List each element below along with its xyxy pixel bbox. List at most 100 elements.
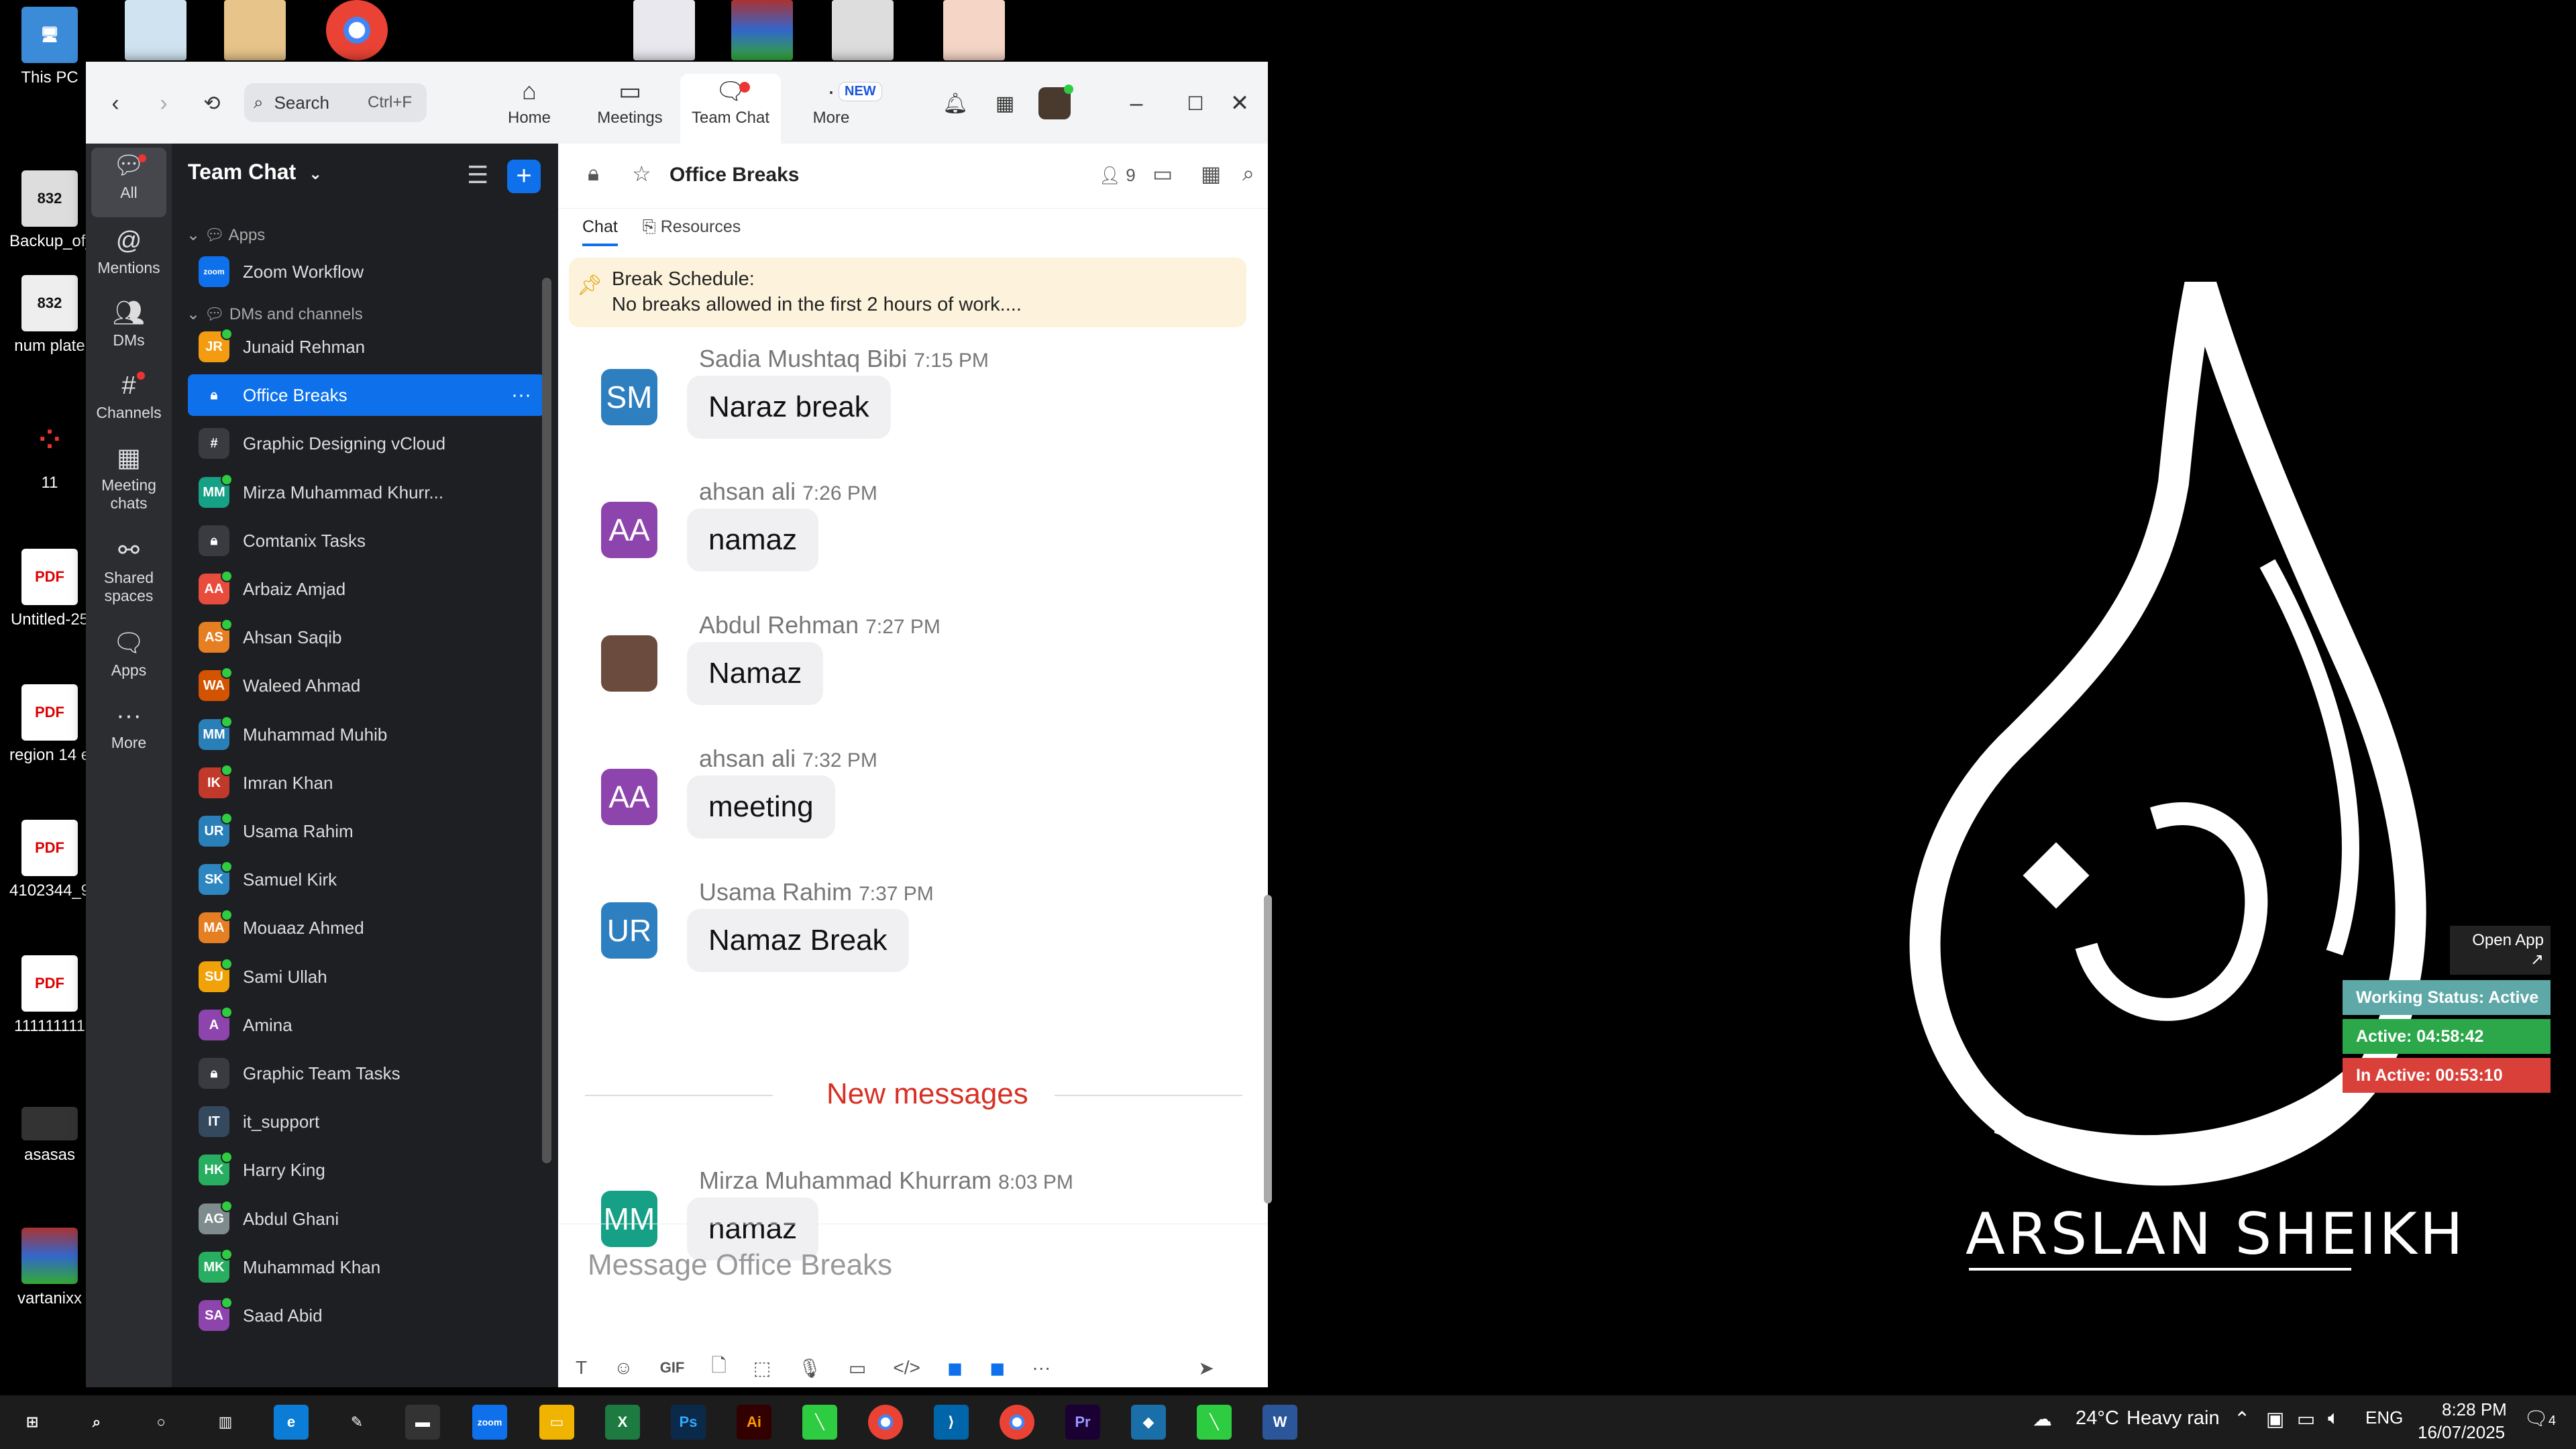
desktop-icon-4102344[interactable]: PDF 4102344_90 — [9, 820, 90, 900]
video-message-icon[interactable]: ▭ — [849, 1357, 866, 1379]
sender-name[interactable]: ahsan ali — [699, 478, 796, 505]
avatar[interactable]: UR — [601, 902, 657, 959]
file-explorer-icon[interactable]: ▭ — [539, 1405, 574, 1440]
chat-message[interactable]: Abdul Rehman 7:27 PM Namaz — [601, 611, 1245, 732]
sender-name[interactable]: Sadia Mushtaq Bibi — [699, 345, 907, 372]
tab-resources[interactable]: ⎘ Resources — [643, 217, 741, 244]
channel-list-item[interactable]: AA Arbaiz Amjad — [188, 568, 545, 610]
video-call-icon[interactable]: ▭ — [1152, 161, 1173, 186]
terminal-icon[interactable]: ▬ — [405, 1405, 440, 1440]
desktop-top-file-icon[interactable] — [125, 0, 186, 60]
channel-list-item[interactable]: SA Saad Abid — [188, 1295, 545, 1336]
profile-avatar[interactable] — [1034, 83, 1075, 123]
desktop-icon-11[interactable]: ⁘ 11 — [9, 412, 90, 492]
desktop-top-file-icon[interactable] — [832, 0, 894, 60]
edge-icon[interactable]: e — [274, 1405, 309, 1440]
desktop-icon-vartanixx[interactable]: vartanixx — [9, 1228, 90, 1308]
rail-item-shared-spaces[interactable]: ⚯ Shared spaces — [91, 533, 166, 605]
desktop-icon-backup[interactable]: 832 Backup_of_ plate — [9, 170, 90, 251]
channel-list-item[interactable]: AG Abdul Ghani — [188, 1198, 545, 1240]
avatar[interactable]: SM — [601, 369, 657, 425]
message-bubble[interactable]: Namaz Break — [687, 909, 909, 972]
app-icon[interactable]: ◼ — [989, 1357, 1005, 1379]
microphone-icon[interactable]: 🎙︎ — [798, 1357, 822, 1379]
chat-scrollbar[interactable] — [1264, 895, 1272, 1203]
tab-home[interactable]: ⌂ Home — [479, 74, 580, 144]
volume-icon[interactable]: 🔈︎ — [2328, 1407, 2339, 1430]
premiere-icon[interactable]: Pr — [1065, 1405, 1100, 1440]
channel-list-item[interactable]: AS Ahsan Saqib — [188, 616, 545, 658]
desktop-icon-region[interactable]: PDF region 14 education — [9, 684, 90, 765]
calendar-icon[interactable]: ▦ — [1201, 161, 1221, 186]
sender-name[interactable]: Abdul Rehman — [699, 611, 859, 639]
channel-list-item[interactable]: MM Mirza Muhammad Khurr... — [188, 472, 545, 513]
tab-meetings[interactable]: ▭ Meetings — [580, 74, 680, 144]
maximize-button[interactable]: ☐ — [1175, 83, 1216, 123]
members-button[interactable]: 👤︎ 9 — [1099, 165, 1136, 186]
sender-name[interactable]: ahsan ali — [699, 745, 796, 772]
language-indicator[interactable]: ENG — [2365, 1407, 2403, 1428]
excel-icon[interactable]: X — [605, 1405, 640, 1440]
search-icon[interactable]: ⌕ — [79, 1405, 114, 1440]
rail-item-dms[interactable]: 👥︎ DMs — [91, 295, 166, 350]
message-bubble[interactable]: namaz — [687, 508, 819, 572]
chevron-up-icon[interactable]: ⌃ — [2234, 1407, 2250, 1431]
channel-list-item[interactable]: 🔒︎ Graphic Team Tasks — [188, 1053, 545, 1094]
desktop-icon-asasas[interactable]: asasas — [9, 1107, 90, 1165]
rail-item-channels[interactable]: # Channels — [91, 368, 166, 422]
code-snippet-icon[interactable]: </> — [893, 1357, 920, 1379]
vscode-icon[interactable]: ⟩ — [934, 1405, 969, 1440]
section-apps[interactable]: ⌄ 💬︎ Apps — [186, 225, 265, 245]
rail-item-more[interactable]: ··· More — [91, 698, 166, 752]
archive-icon[interactable] — [731, 0, 793, 60]
screenshot-icon[interactable]: ⬚ — [753, 1357, 771, 1379]
tab-team-chat[interactable]: 🗨 Team Chat — [680, 74, 781, 144]
forward-button[interactable]: › — [144, 83, 184, 123]
message-input[interactable]: Message Office Breaks — [588, 1248, 892, 1282]
history-button[interactable]: ⟲ — [192, 83, 232, 123]
search-input[interactable]: ⌕ Search Ctrl+F — [244, 83, 427, 122]
channel-list-item[interactable]: MA Mouaaz Ahmed — [188, 907, 545, 949]
format-text-icon[interactable]: T — [576, 1357, 587, 1379]
network-icon[interactable]: ▣ — [2266, 1407, 2284, 1431]
channel-list-item[interactable]: IT it_support — [188, 1101, 545, 1142]
channel-list-item[interactable]: IK Imran Khan — [188, 762, 545, 804]
pen-icon[interactable]: ✎ — [339, 1405, 374, 1440]
rail-item-mentions[interactable]: @ Mentions — [91, 223, 166, 277]
channel-list-item[interactable]: UR Usama Rahim — [188, 810, 545, 852]
back-button[interactable]: ‹ — [95, 83, 136, 123]
windows-start-icon[interactable]: ⊞ — [15, 1405, 50, 1440]
app-item-zoom-workflow[interactable]: zoom Zoom Workflow — [188, 251, 545, 292]
file-icon[interactable]: 🗋 — [711, 1352, 727, 1384]
chat-message[interactable]: AA ahsan ali 7:32 PM meeting — [601, 745, 1245, 865]
avatar[interactable] — [601, 635, 657, 692]
message-bubble[interactable]: Naraz break — [687, 376, 891, 439]
avatar[interactable]: AA — [601, 769, 657, 825]
search-icon[interactable]: ⌕ — [1242, 161, 1254, 186]
chat-message[interactable]: SM Sadia Mushtaq Bibi 7:15 PM Naraz break — [601, 345, 1245, 466]
ellipsis-icon[interactable]: ··· — [1032, 1357, 1051, 1379]
desktop-icon-untitled[interactable]: PDF Untitled-25 — [9, 549, 90, 629]
rail-item-apps[interactable]: 🗨 Apps — [91, 625, 166, 680]
channel-list-item[interactable]: 🔒︎ Office Breaks ··· — [188, 374, 545, 416]
clock-date[interactable]: 16/07/2025 — [2418, 1422, 2505, 1443]
word-icon[interactable]: W — [1263, 1405, 1297, 1440]
app-icon[interactable]: ◼ — [947, 1357, 963, 1379]
desktop-icon-111111111[interactable]: PDF 111111111 — [9, 955, 90, 1036]
app-icon[interactable]: ╲ — [802, 1405, 837, 1440]
chat-message[interactable]: UR Usama Rahim 7:37 PM Namaz Break — [601, 878, 1245, 999]
message-bubble[interactable]: Namaz — [687, 642, 824, 705]
channel-list-scrollbar[interactable] — [542, 278, 551, 1163]
star-icon[interactable]: ☆ — [632, 161, 651, 186]
close-button[interactable]: ✕ — [1220, 83, 1260, 123]
weather-desc[interactable]: Heavy rain — [2127, 1407, 2220, 1430]
section-dms-and-channels[interactable]: ⌄ 💬︎ DMs and channels — [186, 305, 363, 324]
channel-list-item[interactable]: SU Sami Ullah — [188, 956, 545, 998]
new-chat-button[interactable]: + — [507, 160, 541, 193]
app-icon[interactable]: ◆ — [1131, 1405, 1166, 1440]
illustrator-icon[interactable]: Ai — [737, 1405, 771, 1440]
filter-icon[interactable]: ☰ — [467, 161, 488, 189]
channel-list-item[interactable]: A Amina — [188, 1004, 545, 1046]
calendar-button[interactable]: ▦ — [985, 83, 1025, 123]
chrome-icon[interactable] — [326, 0, 388, 60]
